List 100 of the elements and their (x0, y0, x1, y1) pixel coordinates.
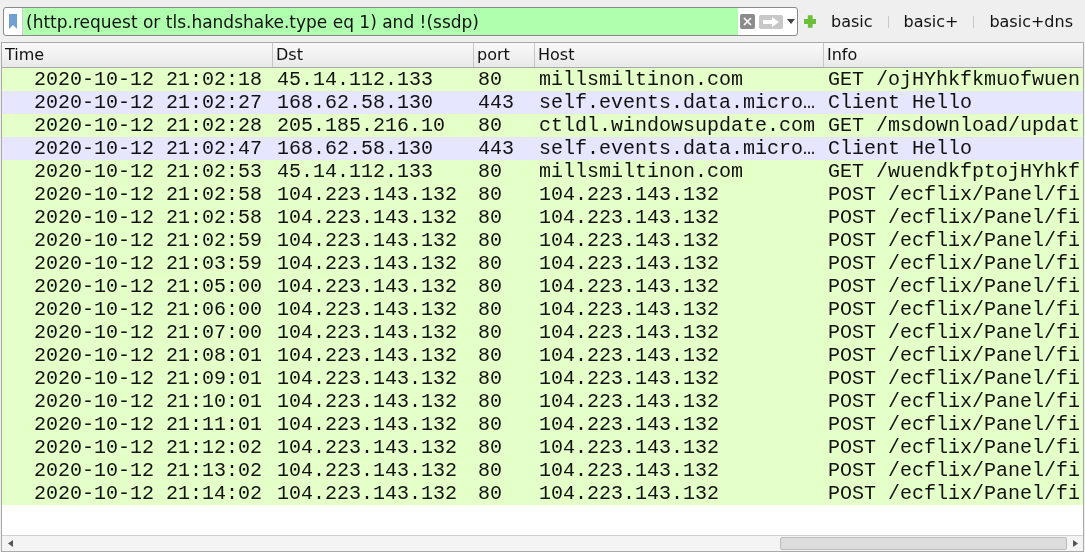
table-cell: 104.223.143.132 (539, 482, 720, 505)
column-header[interactable]: Dst (273, 43, 474, 67)
table-cell: 104.223.143.132 (539, 229, 720, 252)
scroll-right-icon[interactable] (1072, 540, 1078, 547)
table-cell: 104.223.143.132 (277, 252, 458, 275)
table-cell: 80 (478, 229, 502, 252)
bookmark-icon[interactable] (9, 14, 17, 29)
table-cell: 104.223.143.132 (277, 413, 458, 436)
packet-row[interactable]: 2020-10-12 21:05:00 104.223.143.132 80 104.223.143.132 POST /ecflix/Panel/fi (2, 275, 1083, 298)
table-cell: 104.223.143.132 (539, 344, 720, 367)
packet-row[interactable]: 2020-10-12 21:02:18 45.14.112.133 80 millsmiltinon.com GET /ojHYhkfkmuofwuen (2, 68, 1083, 91)
table-cell: 205.185.216.10 (277, 114, 446, 137)
table-cell: 80 (478, 206, 502, 229)
table-cell: 80 (478, 275, 502, 298)
table-cell: 45.14.112.133 (277, 68, 434, 91)
table-cell: POST /ecflix/Panel/fi (828, 390, 1081, 413)
packet-row[interactable]: 2020-10-12 21:10:01 104.223.143.132 80 104.223.143.132 POST /ecflix/Panel/fi (2, 390, 1083, 413)
table-cell: 80 (478, 367, 502, 390)
table-cell: self.events.data.micro… (539, 91, 816, 114)
table-cell: 104.223.143.132 (277, 482, 458, 505)
table-cell: POST /ecflix/Panel/fi (828, 413, 1081, 436)
packet-row[interactable]: 2020-10-12 21:02:47 168.62.58.130 443 self.events.data.micro… Client Hello (2, 137, 1083, 160)
table-cell: 104.223.143.132 (539, 206, 720, 229)
packet-row[interactable]: 2020-10-12 21:03:59 104.223.143.132 80 104.223.143.132 POST /ecflix/Panel/fi (2, 252, 1083, 275)
table-cell: 2020-10-12 21:02:27 (34, 91, 263, 114)
packet-row[interactable]: 2020-10-12 21:11:01 104.223.143.132 80 104.223.143.132 POST /ecflix/Panel/fi (2, 413, 1083, 436)
filter-button[interactable]: basic+dns (980, 12, 1082, 31)
packet-row[interactable]: 2020-10-12 21:02:58 104.223.143.132 80 104.223.143.132 POST /ecflix/Panel/fi (2, 183, 1083, 206)
table-cell: 80 (478, 436, 502, 459)
packet-row[interactable]: 2020-10-12 21:02:28 205.185.216.10 80 ctldl.windowsupdate.com GET /msdownload/updat (2, 114, 1083, 137)
display-filter-field[interactable]: (http.request or tls.handshake.type eq 1) and !(ssdp) (3, 7, 798, 36)
clear-icon[interactable] (739, 14, 755, 29)
packet-row[interactable]: 2020-10-12 21:07:00 104.223.143.132 80 104.223.143.132 POST /ecflix/Panel/fi (2, 321, 1083, 344)
table-cell: 80 (478, 298, 502, 321)
filter-button[interactable]: basic+ (894, 12, 968, 31)
table-cell: POST /ecflix/Panel/fi (828, 206, 1081, 229)
table-cell: 80 (478, 68, 502, 91)
packet-row[interactable]: 2020-10-12 21:08:01 104.223.143.132 80 104.223.143.132 POST /ecflix/Panel/fi (2, 344, 1083, 367)
table-cell: 80 (478, 459, 502, 482)
table-cell: ctldl.windowsupdate.com (539, 114, 816, 137)
packet-row[interactable]: 2020-10-12 21:02:59 104.223.143.132 80 104.223.143.132 POST /ecflix/Panel/fi (2, 229, 1083, 252)
table-cell: 80 (478, 390, 502, 413)
scroll-left-icon[interactable] (7, 540, 13, 547)
table-cell: 168.62.58.130 (277, 91, 434, 114)
table-cell: 2020-10-12 21:02:28 (34, 114, 263, 137)
column-header[interactable]: Time (2, 43, 273, 67)
packet-row[interactable]: 2020-10-12 21:02:58 104.223.143.132 80 104.223.143.132 POST /ecflix/Panel/fi (2, 206, 1083, 229)
column-header[interactable]: Host (535, 43, 824, 67)
packet-row[interactable]: 2020-10-12 21:02:27 168.62.58.130 443 self.events.data.micro… Client Hello (2, 91, 1083, 114)
table-cell: POST /ecflix/Panel/fi (828, 367, 1081, 390)
table-cell: 2020-10-12 21:12:02 (34, 436, 263, 459)
packet-row[interactable]: 2020-10-12 21:02:53 45.14.112.133 80 millsmiltinon.com GET /wuendkfptojHYhkf (2, 160, 1083, 183)
packet-row[interactable]: 2020-10-12 21:12:02 104.223.143.132 80 104.223.143.132 POST /ecflix/Panel/fi (2, 436, 1083, 459)
table-cell: POST /ecflix/Panel/fi (828, 298, 1081, 321)
dropdown-caret-icon[interactable] (786, 19, 795, 24)
table-cell: 2020-10-12 21:02:47 (34, 137, 263, 160)
column-header[interactable]: port (474, 43, 535, 67)
filter-input[interactable]: (http.request or tls.handshake.type eq 1) and !(ssdp) (23, 8, 738, 35)
table-cell: 104.223.143.132 (277, 436, 458, 459)
table-cell: 104.223.143.132 (539, 367, 720, 390)
table-cell: Client Hello (828, 91, 973, 114)
table-cell: 104.223.143.132 (277, 275, 458, 298)
table-cell: 2020-10-12 21:10:01 (34, 390, 263, 413)
table-cell: 104.223.143.132 (277, 367, 458, 390)
table-cell: GET /wuendkfptojHYhkf (828, 160, 1081, 183)
table-cell: POST /ecflix/Panel/fi (828, 321, 1081, 344)
scrollbar-thumb[interactable] (780, 537, 1067, 550)
column-header[interactable]: Info (824, 43, 1083, 67)
table-cell: POST /ecflix/Panel/fi (828, 344, 1081, 367)
table-cell: 104.223.143.132 (539, 459, 720, 482)
table-cell: POST /ecflix/Panel/fi (828, 436, 1081, 459)
table-cell: 2020-10-12 21:03:59 (34, 252, 263, 275)
table-cell: millsmiltinon.com (539, 68, 744, 91)
packet-row[interactable]: 2020-10-12 21:06:00 104.223.143.132 80 104.223.143.132 POST /ecflix/Panel/fi (2, 298, 1083, 321)
table-cell: 2020-10-12 21:02:18 (34, 68, 263, 91)
table-cell: 104.223.143.132 (277, 229, 458, 252)
table-cell: 104.223.143.132 (539, 321, 720, 344)
table-cell: 104.223.143.132 (539, 436, 720, 459)
table-cell: 104.223.143.132 (539, 252, 720, 275)
table-cell: 104.223.143.132 (539, 275, 720, 298)
packet-row[interactable]: 2020-10-12 21:09:01 104.223.143.132 80 104.223.143.132 POST /ecflix/Panel/fi (2, 367, 1083, 390)
table-cell: 2020-10-12 21:09:01 (34, 367, 263, 390)
table-cell: POST /ecflix/Panel/fi (828, 275, 1081, 298)
table-cell: POST /ecflix/Panel/fi (828, 252, 1081, 275)
table-cell: 2020-10-12 21:02:53 (34, 160, 263, 183)
table-cell: 45.14.112.133 (277, 160, 434, 183)
table-cell: 104.223.143.132 (277, 206, 458, 229)
packet-row[interactable]: 2020-10-12 21:14:02 104.223.143.132 80 104.223.143.132 POST /ecflix/Panel/fi (2, 482, 1083, 505)
filter-button[interactable]: basic (822, 12, 882, 31)
table-cell: 104.223.143.132 (277, 344, 458, 367)
table-cell: 104.223.143.132 (277, 298, 458, 321)
table-cell: 104.223.143.132 (277, 321, 458, 344)
add-icon[interactable] (803, 15, 816, 28)
table-cell: 80 (478, 160, 502, 183)
packet-row[interactable]: 2020-10-12 21:13:02 104.223.143.132 80 104.223.143.132 POST /ecflix/Panel/fi (2, 459, 1083, 482)
table-cell: 2020-10-12 21:08:01 (34, 344, 263, 367)
table-cell: millsmiltinon.com (539, 160, 744, 183)
table-cell: POST /ecflix/Panel/fi (828, 482, 1081, 505)
table-cell: POST /ecflix/Panel/fi (828, 183, 1081, 206)
table-cell: GET /ojHYhkfkmuofwuen (828, 68, 1081, 91)
